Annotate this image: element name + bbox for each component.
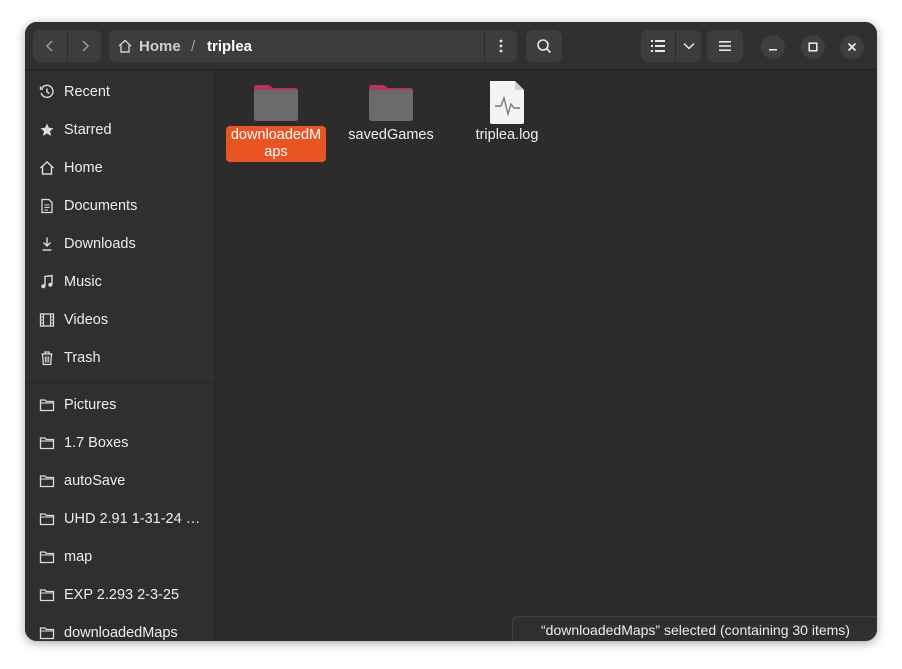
- folder-icon: [39, 549, 55, 565]
- view-options-dropdown[interactable]: [676, 30, 701, 62]
- sidebar-item-label: Pictures: [64, 397, 117, 413]
- sidebar-item-trash[interactable]: Trash: [25, 339, 214, 377]
- folder-icon: [39, 625, 55, 641]
- home-icon: [39, 160, 55, 176]
- sidebar-item-label: Starred: [64, 122, 112, 138]
- sidebar-bookmark-pictures[interactable]: Pictures: [25, 386, 214, 424]
- sidebar-item-label: Documents: [64, 198, 138, 214]
- sidebar-bookmark-autosave[interactable]: autoSave: [25, 462, 214, 500]
- sidebar-item-videos[interactable]: Videos: [25, 301, 214, 339]
- sidebar-item-home[interactable]: Home: [25, 149, 214, 187]
- back-button[interactable]: [33, 30, 67, 62]
- file-name: triplea.log: [475, 127, 539, 143]
- sidebar-item-documents[interactable]: Documents: [25, 187, 214, 225]
- list-view-icon: [651, 40, 665, 52]
- log-file-icon: [490, 81, 524, 124]
- sidebar-item-recent[interactable]: Recent: [25, 73, 214, 111]
- sidebar-bookmark-downloadedmaps[interactable]: downloadedMaps: [25, 614, 214, 641]
- search-button[interactable]: [526, 30, 562, 62]
- sidebar: Recent Starred Home Documents Downloads: [25, 70, 215, 641]
- minimize-icon: [769, 49, 777, 51]
- sidebar-bookmark-exp[interactable]: EXP 2.293 2-3-25: [25, 576, 214, 614]
- minimize-button[interactable]: [761, 35, 785, 59]
- folder-icon: [369, 85, 413, 121]
- close-icon: [847, 42, 857, 52]
- file-name: downloadedMaps: [226, 126, 326, 162]
- sidebar-item-label: Downloads: [64, 236, 136, 252]
- file-name: savedGames: [348, 127, 434, 143]
- list-view-button[interactable]: [641, 30, 675, 62]
- sidebar-item-label: UHD 2.91 1-31-24 …: [64, 511, 201, 527]
- folder-icon: [39, 587, 55, 603]
- chevron-down-icon: [682, 42, 695, 50]
- hamburger-menu-icon: [719, 41, 731, 51]
- file-item-savedgames[interactable]: savedGames: [341, 70, 441, 180]
- sidebar-item-label: EXP 2.293 2-3-25: [64, 587, 180, 603]
- film-icon: [39, 312, 55, 328]
- sidebar-item-label: Videos: [64, 312, 109, 328]
- sidebar-item-label: downloadedMaps: [64, 625, 178, 641]
- clock-icon: [39, 84, 55, 100]
- sidebar-item-label: map: [64, 549, 93, 565]
- sidebar-item-label: autoSave: [64, 473, 126, 489]
- sidebar-item-starred[interactable]: Starred: [25, 111, 214, 149]
- sidebar-item-downloads[interactable]: Downloads: [25, 225, 214, 263]
- breadcrumb-separator: /: [191, 37, 196, 55]
- file-grid: downloadedMaps savedGames triplea.log: [215, 70, 877, 641]
- folder-icon: [254, 85, 298, 121]
- sidebar-item-label: 1.7 Boxes: [64, 435, 129, 451]
- music-note-icon: [39, 274, 55, 290]
- search-icon: [537, 39, 552, 54]
- close-button[interactable]: [840, 35, 864, 59]
- folder-icon: [39, 397, 55, 413]
- document-icon: [39, 198, 55, 214]
- status-overlay: “downloadedMaps” selected (containing 30…: [512, 616, 877, 641]
- sidebar-item-label: Home: [64, 160, 103, 176]
- navigation-buttons: [33, 30, 101, 62]
- sidebar-item-label: Recent: [64, 84, 110, 100]
- vertical-dots-icon: [499, 39, 503, 53]
- sidebar-bookmark-uhd[interactable]: UHD 2.91 1-31-24 …: [25, 500, 214, 538]
- folder-icon: [39, 473, 55, 489]
- forward-button[interactable]: [68, 30, 101, 62]
- chevron-right-icon: [82, 40, 90, 52]
- path-menu-button[interactable]: [484, 30, 517, 62]
- sidebar-separator: [25, 382, 214, 383]
- download-icon: [39, 236, 55, 252]
- sidebar-item-music[interactable]: Music: [25, 263, 214, 301]
- breadcrumb-home-label: Home: [139, 37, 181, 55]
- header-bar: Home / triplea: [25, 22, 877, 70]
- star-icon: [39, 122, 55, 138]
- sidebar-item-label: Trash: [64, 350, 101, 366]
- path-bar: Home / triplea: [109, 30, 517, 62]
- sidebar-item-label: Music: [64, 274, 102, 290]
- file-manager-window: Home / triplea Recent Starred Home Docum…: [25, 22, 877, 641]
- file-item-downloadedmaps[interactable]: downloadedMaps: [226, 70, 326, 180]
- folder-icon: [39, 435, 55, 451]
- main-menu-button[interactable]: [707, 30, 743, 62]
- trash-icon: [39, 350, 55, 366]
- chevron-left-icon: [45, 40, 53, 52]
- maximize-button[interactable]: [801, 35, 825, 59]
- view-toggle-group: [641, 30, 701, 62]
- sidebar-bookmark-1-7-boxes[interactable]: 1.7 Boxes: [25, 424, 214, 462]
- breadcrumb-home[interactable]: Home: [117, 30, 181, 62]
- sidebar-bookmark-map[interactable]: map: [25, 538, 214, 576]
- folder-icon: [39, 511, 55, 527]
- breadcrumb-current[interactable]: triplea: [207, 30, 252, 62]
- home-icon: [118, 39, 132, 53]
- maximize-icon: [808, 42, 818, 52]
- file-item-triplea-log[interactable]: triplea.log: [457, 70, 557, 180]
